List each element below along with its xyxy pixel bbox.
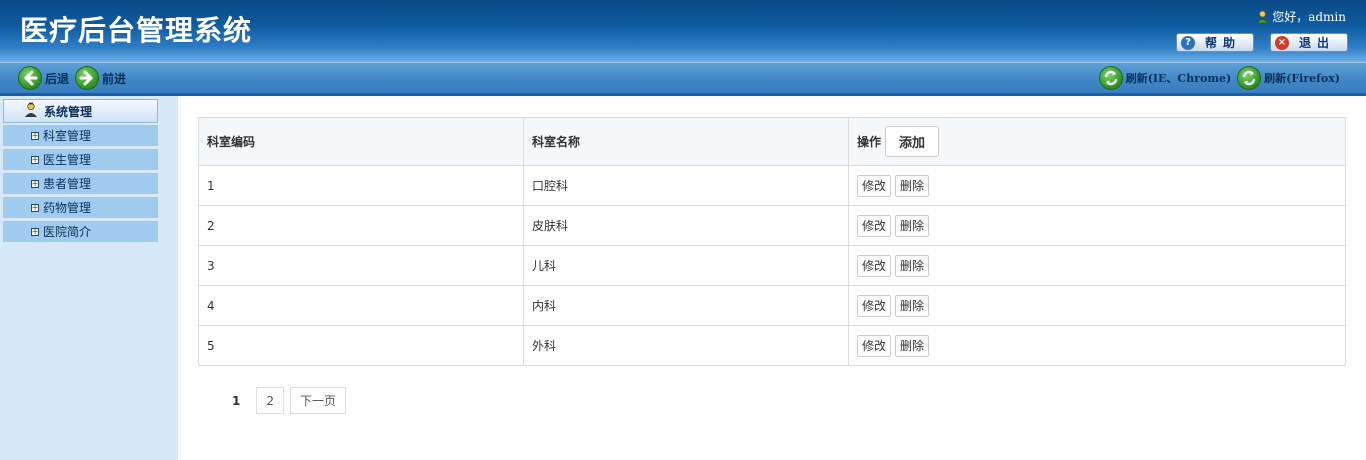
next-page-link[interactable]: 下一页 bbox=[290, 387, 347, 414]
delete-button[interactable]: 删除 bbox=[895, 214, 930, 237]
delete-button[interactable]: 删除 bbox=[895, 174, 930, 197]
sidebar-item-departments[interactable]: + 科室管理 bbox=[3, 125, 158, 147]
sidebar-item-medicines[interactable]: + 药物管理 bbox=[3, 197, 158, 219]
sidebar-item-label: 患者管理 bbox=[43, 177, 92, 191]
cell-actions: 修改 删除 bbox=[848, 245, 1346, 286]
arrow-right-icon bbox=[75, 66, 100, 90]
sidebar-section-label: 系统管理 bbox=[44, 104, 93, 119]
sidebar-item-doctors[interactable]: + 医生管理 bbox=[3, 149, 158, 171]
nav-toolbar: 后退 前进 刷新(IE、Chrome) 刷新(Firefox) bbox=[0, 62, 1366, 96]
table-row: 3 儿科 修改 删除 bbox=[198, 245, 1346, 286]
expand-icon: + bbox=[31, 130, 39, 140]
help-icon: ? bbox=[1181, 35, 1195, 50]
expand-icon: + bbox=[31, 178, 39, 188]
cell-name: 皮肤科 bbox=[523, 205, 849, 246]
column-header-actions: 操作 添加 bbox=[848, 117, 1346, 166]
close-icon: × bbox=[1275, 35, 1289, 50]
user-greeting-area: 您好，admin bbox=[1256, 8, 1346, 25]
cell-actions: 修改 删除 bbox=[848, 325, 1346, 366]
logout-button-label: 退出 bbox=[1299, 36, 1336, 50]
sidebar-item-label: 医院简介 bbox=[43, 225, 92, 239]
delete-button[interactable]: 删除 bbox=[895, 254, 930, 277]
app-title: 医疗后台管理系统 bbox=[20, 14, 253, 47]
app-header: 医疗后台管理系统 您好，admin ? 帮助 × 退出 bbox=[0, 0, 1366, 62]
cell-code: 5 bbox=[198, 325, 524, 366]
forward-label: 前进 bbox=[102, 71, 127, 86]
table-row: 2 皮肤科 修改 删除 bbox=[198, 205, 1346, 246]
delete-button[interactable]: 删除 bbox=[895, 334, 930, 357]
department-table: 科室编码 科室名称 操作 添加 1 口腔科 修改删除 2 皮肤科 修改删除 bbox=[198, 117, 1346, 366]
refresh-icon bbox=[1237, 66, 1262, 90]
cell-actions: 修改 删除 bbox=[848, 285, 1346, 326]
admin-user-icon bbox=[24, 102, 38, 120]
expand-icon: + bbox=[31, 202, 39, 212]
user-icon bbox=[1256, 10, 1270, 24]
help-button-label: 帮助 bbox=[1205, 36, 1242, 50]
column-header-code: 科室编码 bbox=[198, 117, 524, 166]
page-current: 1 bbox=[222, 387, 251, 414]
cell-name: 口腔科 bbox=[523, 165, 849, 206]
cell-actions: 修改 删除 bbox=[848, 165, 1346, 206]
edit-button[interactable]: 修改 bbox=[857, 254, 892, 277]
cell-name: 内科 bbox=[523, 285, 849, 326]
forward-link[interactable]: 前进 bbox=[75, 66, 126, 90]
sidebar-item-hospital-intro[interactable]: + 医院简介 bbox=[3, 221, 158, 243]
sidebar: 系统管理 + 科室管理 + 医生管理 + 患者管理 + 药物管理 + 医院简介 bbox=[0, 96, 178, 460]
page-2-link[interactable]: 2 bbox=[256, 387, 284, 414]
actions-label: 操作 bbox=[857, 135, 882, 149]
sidebar-item-patients[interactable]: + 患者管理 bbox=[3, 173, 158, 195]
user-greeting: 您好，admin bbox=[1272, 10, 1346, 24]
back-link[interactable]: 后退 bbox=[18, 66, 69, 90]
logout-button[interactable]: × 退出 bbox=[1270, 33, 1348, 52]
help-button[interactable]: ? 帮助 bbox=[1176, 33, 1254, 52]
sidebar-item-label: 药物管理 bbox=[43, 201, 92, 215]
cell-code: 3 bbox=[198, 245, 524, 286]
cell-name: 外科 bbox=[523, 325, 849, 366]
arrow-left-icon bbox=[18, 66, 42, 90]
refresh-firefox-link[interactable]: 刷新(Firefox) bbox=[1237, 66, 1340, 90]
sidebar-section-system[interactable]: 系统管理 bbox=[3, 99, 158, 123]
delete-button[interactable]: 删除 bbox=[895, 294, 930, 317]
cell-name: 儿科 bbox=[523, 245, 849, 286]
refresh-ie-link[interactable]: 刷新(IE、Chrome) bbox=[1098, 66, 1232, 90]
edit-button[interactable]: 修改 bbox=[857, 294, 892, 317]
expand-icon: + bbox=[31, 226, 39, 236]
table-row: 5 外科 修改 删除 bbox=[198, 325, 1346, 366]
cell-actions: 修改 删除 bbox=[848, 205, 1346, 246]
refresh-ie-label: 刷新(IE、Chrome) bbox=[1125, 72, 1232, 85]
refresh-icon bbox=[1098, 66, 1123, 90]
add-button[interactable]: 添加 bbox=[885, 126, 940, 157]
cell-code: 2 bbox=[198, 205, 524, 246]
column-header-name: 科室名称 bbox=[523, 117, 849, 166]
back-label: 后退 bbox=[45, 71, 70, 86]
edit-button[interactable]: 修改 bbox=[857, 334, 892, 357]
cell-code: 4 bbox=[198, 285, 524, 326]
edit-button[interactable]: 修改 bbox=[857, 174, 892, 197]
pagination: 1 2 下一页 bbox=[222, 387, 347, 414]
sidebar-item-label: 科室管理 bbox=[43, 129, 92, 143]
refresh-firefox-label: 刷新(Firefox) bbox=[1264, 72, 1340, 85]
table-row: 4 内科 修改 删除 bbox=[198, 285, 1346, 326]
edit-button[interactable]: 修改 bbox=[857, 214, 892, 237]
table-header-row: 科室编码 科室名称 操作 添加 bbox=[198, 117, 1346, 166]
expand-icon: + bbox=[31, 154, 39, 164]
sidebar-item-label: 医生管理 bbox=[43, 153, 92, 167]
table-row: 1 口腔科 修改 删除 bbox=[198, 165, 1346, 206]
cell-code: 1 bbox=[198, 165, 524, 206]
